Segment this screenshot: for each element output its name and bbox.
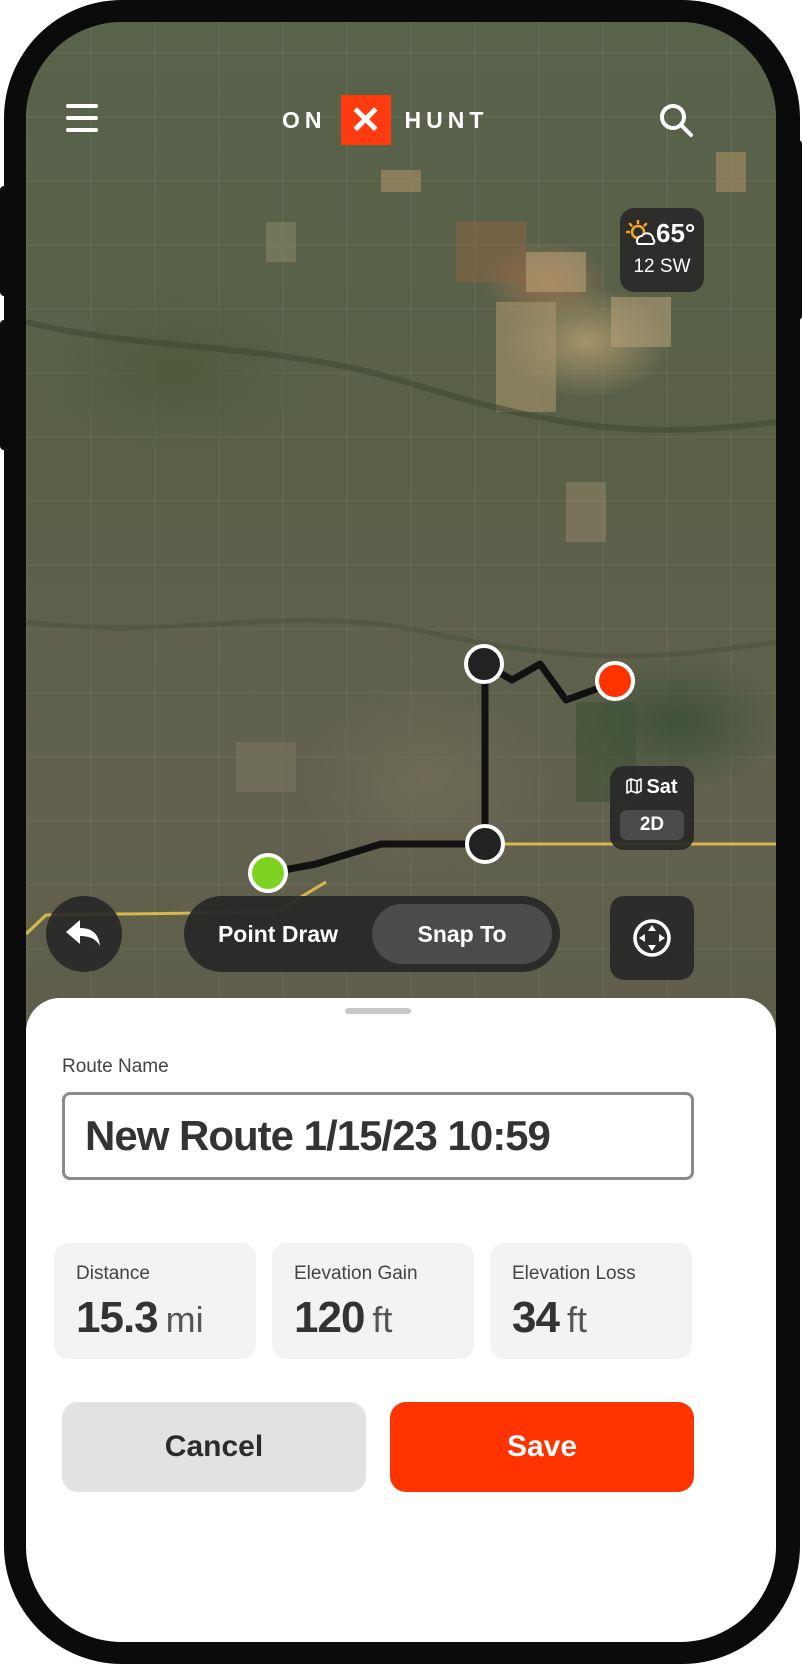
phone-volume-button [0, 320, 10, 450]
point-draw-option[interactable]: Point Draw [192, 896, 364, 972]
map-field [381, 170, 421, 192]
save-button[interactable]: Save [390, 1402, 694, 1492]
stat-unit: ft [566, 1299, 587, 1340]
route-end-marker[interactable] [595, 661, 635, 701]
map-type-text: Sat [646, 776, 678, 798]
logo-text-left: ON [282, 106, 327, 133]
route-bottom-sheet: Route Name Distance 15.3mi Elevation Gai… [26, 998, 776, 1642]
stat-label: Distance [76, 1263, 150, 1284]
map-creek [26, 617, 776, 659]
draw-mode-toggle[interactable]: Point Draw Snap To [184, 896, 560, 972]
map-field [266, 222, 296, 262]
stat-label: Elevation Gain [294, 1263, 418, 1284]
map-field [716, 152, 746, 192]
phone-power-button [792, 140, 802, 320]
weather-wind: 12 SW [633, 256, 691, 277]
stat-unit: ft [372, 1299, 393, 1340]
route-waypoint-marker[interactable] [465, 824, 505, 864]
stat-value: 15.3 mi [76, 1293, 204, 1343]
logo-text-right: HUNT [404, 106, 489, 133]
stat-label: Elevation Loss [512, 1263, 636, 1284]
map-field [611, 297, 671, 347]
stat-unit: mi [165, 1299, 204, 1340]
view-mode-toggle[interactable]: 2D [620, 810, 684, 840]
weather-temperature: 65° [656, 218, 696, 248]
stat-number: 34 [512, 1293, 560, 1342]
route-line [264, 660, 620, 877]
map-field [236, 742, 296, 792]
sheet-drag-handle[interactable] [345, 1008, 411, 1014]
map-field [456, 222, 526, 282]
elevation-gain-stat: Elevation Gain 120 ft [272, 1243, 474, 1359]
map-icon [626, 778, 643, 794]
weather-widget[interactable]: 65° 12 SW [620, 208, 704, 292]
onx-hunt-logo: ON ✕ HUNT [282, 94, 488, 146]
map-layer-toggle[interactable]: Sat 2D [610, 766, 694, 850]
map-field [526, 252, 586, 292]
menu-line [66, 128, 98, 132]
phone-side-button [0, 186, 10, 296]
route-name-input[interactable] [62, 1092, 694, 1180]
undo-icon [66, 920, 100, 946]
hamburger-menu-icon[interactable] [64, 100, 100, 136]
partly-sunny-icon [626, 220, 656, 245]
stat-number: 120 [294, 1293, 365, 1342]
map-field [566, 482, 606, 542]
logo-x-mark: ✕ [340, 95, 391, 145]
route-name-label: Route Name [62, 1056, 169, 1077]
search-icon[interactable] [658, 102, 694, 138]
cancel-button[interactable]: Cancel [62, 1402, 366, 1492]
menu-line [66, 116, 98, 120]
snap-to-option[interactable]: Snap To [372, 904, 552, 964]
map-field [496, 302, 556, 412]
route-waypoint-marker[interactable] [464, 644, 504, 684]
map-type-label: Sat [610, 776, 694, 799]
recenter-button[interactable] [610, 896, 694, 980]
distance-stat: Distance 15.3 mi [54, 1243, 256, 1359]
menu-line [66, 104, 98, 108]
elevation-loss-stat: Elevation Loss 34 ft [490, 1243, 692, 1359]
route-start-marker[interactable] [248, 853, 288, 893]
stat-value: 120 ft [294, 1293, 392, 1343]
stat-number: 15.3 [76, 1293, 159, 1342]
undo-button[interactable] [46, 896, 122, 972]
stat-value: 34 ft [512, 1293, 587, 1343]
locate-crosshair-icon [633, 919, 671, 957]
app-screen: ON ✕ HUNT 65° 12 SW Sat 2D Point Draw Sn… [26, 22, 776, 1642]
